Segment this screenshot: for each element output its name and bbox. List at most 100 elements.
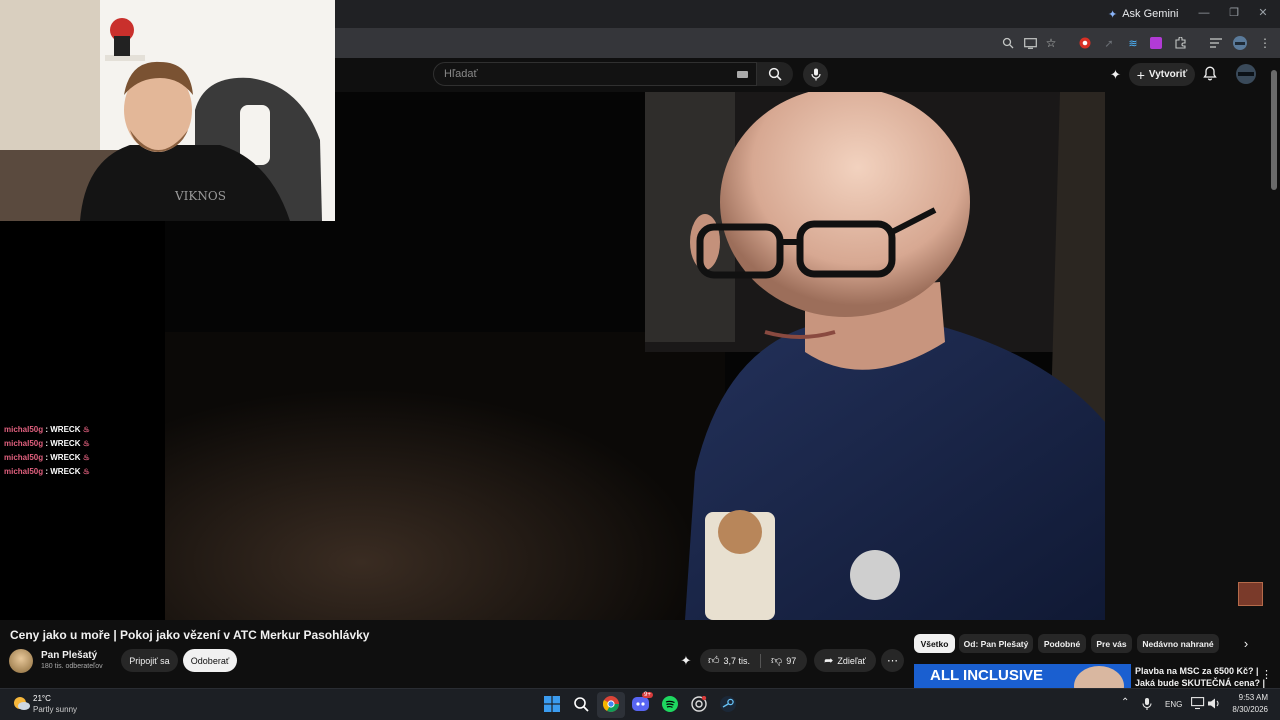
zoom-icon[interactable] (999, 34, 1017, 52)
scrollbar-thumb[interactable] (1271, 70, 1277, 190)
clock-time[interactable]: 9:53 AM (1228, 693, 1268, 702)
like-divider (760, 653, 762, 668)
recommended-title-line1: Plavba na MSC za 6500 Kč? | (1135, 666, 1259, 676)
microphone-icon (810, 68, 821, 81)
chevron-right-icon[interactable]: › (1238, 636, 1254, 652)
more-dots-icon: ⋯ (887, 655, 898, 667)
unsubscribe-label: Odoberať (190, 655, 230, 666)
streamer-badge-image (1238, 582, 1263, 606)
keyboard-icon[interactable] (737, 71, 748, 78)
chat-username: michal50g (4, 453, 44, 462)
network-icon[interactable] (1191, 697, 1205, 710)
recommended-more-icon[interactable]: ⋮ (1261, 668, 1272, 681)
chip-for-you[interactable]: Pre vás (1091, 634, 1132, 653)
thumbs-up-icon: 👍︎ (708, 655, 720, 667)
browser-menu-icon[interactable]: ⋮ (1256, 34, 1274, 52)
extensions-puzzle-icon[interactable] (1172, 34, 1190, 52)
ask-ai-icon[interactable]: ✦ (678, 653, 694, 668)
dislike-count: 97 (786, 655, 797, 666)
windows-start-icon[interactable] (544, 696, 560, 712)
tray-microphone-icon[interactable] (1141, 697, 1153, 711)
ask-gemini-label: Ask Gemini (1122, 8, 1179, 20)
tray-overflow-icon[interactable]: ⌃ (1121, 697, 1129, 708)
search-icon (768, 67, 782, 81)
channel-name[interactable]: Pan Plešatý (41, 650, 97, 661)
like-dislike-group: 👍︎ 3,7 tis. 👎︎ 97 (700, 649, 807, 672)
ask-gemini-button[interactable]: ✦ Ask Gemini (1108, 6, 1178, 22)
chat-text: WRECK (50, 453, 81, 462)
discord-notification-badge: 9+ (642, 692, 653, 698)
share-label: Zdieľať (837, 655, 866, 666)
chat-message: michal50g : WRECK ♨ (4, 425, 90, 434)
more-actions-button[interactable]: ⋯ (881, 649, 904, 672)
volume-icon[interactable] (1207, 697, 1221, 710)
search-input[interactable]: Hľadať (433, 62, 757, 86)
restore-icon[interactable]: ❐ (1225, 5, 1243, 21)
chat-message: michal50g : WRECK ♨ (4, 439, 90, 448)
share-arrow-icon: ➦ (824, 655, 834, 667)
weather-condition[interactable]: Partly sunny (33, 705, 77, 714)
side-panel (1105, 92, 1280, 620)
video-title: Ceny jako u moře | Pokoj jako vězení v A… (10, 628, 370, 642)
taskbar-search-icon[interactable] (573, 696, 589, 712)
chat-message: michal50g : WRECK ♨ (4, 467, 90, 476)
cast-icon[interactable] (1021, 34, 1039, 52)
plus-icon: + (1136, 66, 1145, 83)
extension-red-icon[interactable] (1076, 34, 1094, 52)
weather-sun-icon[interactable] (12, 695, 30, 711)
thumbs-down-icon: 👎︎ (771, 655, 783, 667)
unsubscribe-button[interactable]: Odoberať (183, 649, 237, 672)
like-button[interactable]: 👍︎ 3,7 tis. (708, 654, 750, 667)
recommended-title[interactable]: Plavba na MSC za 6500 Kč? | Jaká bude SK… (1135, 665, 1265, 689)
voice-search-button[interactable] (803, 62, 828, 87)
search-button[interactable] (757, 62, 793, 86)
notifications-bell-icon[interactable] (1203, 66, 1219, 83)
account-avatar[interactable] (1236, 64, 1256, 84)
extension-purple-icon[interactable] (1147, 34, 1165, 52)
recommended-thumbnail[interactable]: ALL INCLUSIVE (914, 664, 1131, 688)
discord-icon[interactable] (632, 696, 649, 712)
obs-icon[interactable] (691, 695, 707, 712)
fire-emote-icon: ♨ (82, 467, 90, 476)
webcam-overlay: VIKNOS (0, 0, 335, 221)
chat-username: michal50g (4, 439, 44, 448)
chat-message: michal50g : WRECK ♨ (4, 453, 90, 462)
chat-username: michal50g (4, 425, 44, 434)
profile-avatar[interactable] (1231, 34, 1249, 52)
minimize-icon[interactable]: — (1195, 5, 1213, 21)
share-button[interactable]: ➦ Zdieľať (814, 649, 876, 672)
reading-list-icon[interactable] (1207, 34, 1225, 52)
like-count: 3,7 tis. (723, 655, 751, 666)
thumbnail-text: ALL INCLUSIVE (930, 667, 1044, 684)
extension-gray-icon[interactable]: ➚ (1100, 34, 1118, 52)
spotify-icon[interactable] (662, 696, 678, 712)
dislike-button[interactable]: 👎︎ 97 (771, 654, 796, 667)
search-placeholder: Hľadať (444, 68, 478, 80)
gemini-sparkle-icon: ✦ (1108, 8, 1118, 21)
join-label: Pripojiť sa (129, 655, 170, 666)
channel-avatar[interactable] (9, 649, 33, 673)
join-button[interactable]: Pripojiť sa (121, 649, 178, 672)
chip-recently-uploaded[interactable]: Nedávno nahrané (1137, 634, 1219, 653)
create-label: Vytvoriť (1148, 69, 1188, 80)
bookmark-star-icon[interactable]: ☆ (1042, 34, 1060, 52)
chat-username: michal50g (4, 467, 44, 476)
chip-from-channel[interactable]: Od: Pan Plešatý (959, 634, 1033, 653)
create-button[interactable]: + Vytvoriť (1129, 63, 1195, 86)
language-indicator[interactable]: ENG (1165, 700, 1182, 709)
clock-date[interactable]: 8/30/2026 (1228, 705, 1268, 714)
steam-icon[interactable] (720, 696, 736, 712)
chip-related[interactable]: Podobné (1038, 634, 1086, 653)
fire-emote-icon: ♨ (82, 439, 90, 448)
weather-temperature[interactable]: 21°C (33, 694, 51, 703)
extension-wave-icon[interactable]: ≋ (1124, 34, 1142, 52)
chip-all[interactable]: Všetko (914, 634, 955, 653)
close-icon[interactable]: ✕ (1254, 5, 1272, 21)
chrome-icon[interactable] (602, 696, 619, 712)
chat-text: WRECK (50, 425, 81, 434)
ai-sparkle-icon[interactable]: ✦ (1107, 66, 1124, 83)
fire-emote-icon: ♨ (82, 425, 90, 434)
fire-emote-icon: ♨ (82, 453, 90, 462)
chat-text: WRECK (50, 467, 81, 476)
chat-text: WRECK (50, 439, 81, 448)
